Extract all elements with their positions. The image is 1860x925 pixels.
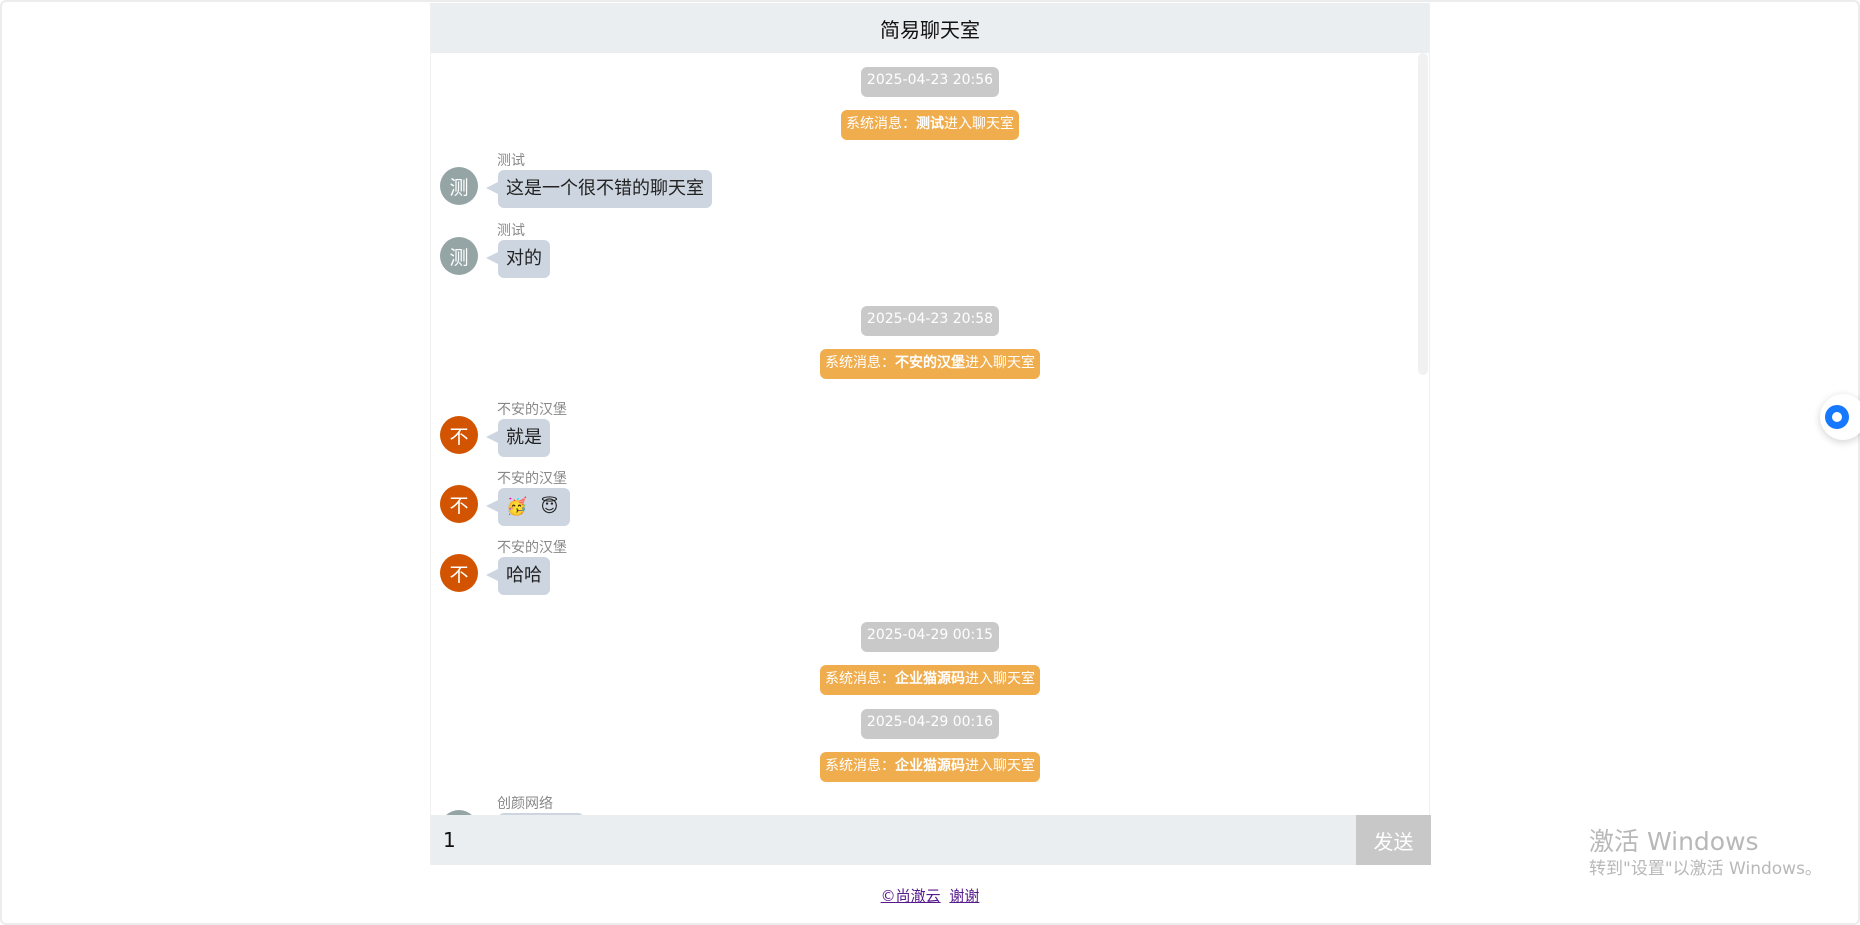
chat-bubble-icon (1825, 405, 1849, 429)
footer: ©尚澈云 谢谢 (430, 885, 1430, 906)
list-item: 不 不安的汉堡 就是 (431, 401, 1429, 470)
system-message-row: 系统消息：测试进入聊天室 (431, 110, 1429, 140)
sender-name: 创颜网络 (497, 796, 553, 812)
message-input[interactable] (431, 815, 1356, 865)
chat-window: 简易聊天室 2025-04-23 20:56 系统消息：测试进入聊天室 测 测试… (430, 3, 1431, 865)
time-row: 2025-04-29 00:15 (431, 622, 1429, 652)
windows-activation-watermark: 激活 Windows 转到"设置"以激活 Windows。 (1589, 826, 1822, 880)
send-button[interactable]: 发送 (1356, 815, 1431, 865)
list-item: 测 测试 对的 (431, 222, 1429, 292)
footer-link-copyright[interactable]: ©尚澈云 (881, 887, 941, 905)
time-badge: 2025-04-29 00:15 (860, 622, 1000, 652)
time-row: 2025-04-23 20:58 (431, 306, 1429, 336)
list-item: 创 创颜网络 (431, 795, 1429, 815)
page-title: 简易聊天室 (880, 17, 980, 42)
message-bubble: 就是 (486, 419, 550, 457)
sender-name: 不安的汉堡 (497, 402, 567, 418)
message-bubble: 🥳 😇 (485, 488, 571, 526)
avatar[interactable]: 不 (440, 554, 478, 592)
system-badge: 系统消息：不安的汉堡进入聊天室 (820, 349, 1040, 379)
sender-name: 不安的汉堡 (497, 540, 567, 556)
system-badge: 系统消息：测试进入聊天室 (841, 110, 1019, 140)
message-scrollbar[interactable] (1418, 53, 1428, 375)
watermark-title: 激活 Windows (1589, 827, 1759, 856)
system-badge: 系统消息：企业猫源码进入聊天室 (820, 752, 1040, 782)
footer-link-thanks[interactable]: 谢谢 (949, 887, 979, 905)
system-message-row: 系统消息：不安的汉堡进入聊天室 (431, 349, 1429, 379)
message-bubble: 这是一个很不错的聊天室 (486, 170, 712, 208)
input-bar: 发送 (431, 815, 1431, 865)
sender-name: 不安的汉堡 (497, 471, 567, 487)
system-badge: 系统消息：企业猫源码进入聊天室 (820, 665, 1040, 695)
sender-name: 测试 (497, 223, 525, 239)
list-item: 不 不安的汉堡 哈哈 (431, 539, 1429, 609)
watermark-subtitle: 转到"设置"以激活 Windows。 (1589, 859, 1822, 879)
time-row: 2025-04-29 00:16 (431, 709, 1429, 739)
avatar[interactable]: 测 (440, 237, 478, 275)
time-row: 2025-04-23 20:56 (431, 67, 1429, 97)
avatar[interactable]: 不 (440, 485, 478, 523)
time-badge: 2025-04-23 20:56 (860, 67, 1000, 97)
list-item: 测 测试 这是一个很不错的聊天室 (431, 152, 1429, 222)
sender-name: 测试 (497, 153, 525, 169)
avatar[interactable]: 测 (440, 167, 478, 205)
avatar[interactable]: 不 (440, 416, 478, 454)
time-badge: 2025-04-23 20:58 (860, 306, 1000, 336)
list-item: 不 不安的汉堡 🥳 😇 (431, 470, 1429, 539)
chat-header: 简易聊天室 (431, 3, 1429, 53)
system-message-row: 系统消息：企业猫源码进入聊天室 (431, 752, 1429, 782)
system-message-row: 系统消息：企业猫源码进入聊天室 (431, 665, 1429, 695)
time-badge: 2025-04-29 00:16 (860, 709, 1000, 739)
message-list[interactable]: 2025-04-23 20:56 系统消息：测试进入聊天室 测 测试 这是一个很… (431, 53, 1429, 815)
message-bubble: 哈哈 (486, 557, 550, 595)
chat-assistant-widget[interactable] (1820, 394, 1860, 440)
message-bubble: 对的 (486, 240, 550, 278)
